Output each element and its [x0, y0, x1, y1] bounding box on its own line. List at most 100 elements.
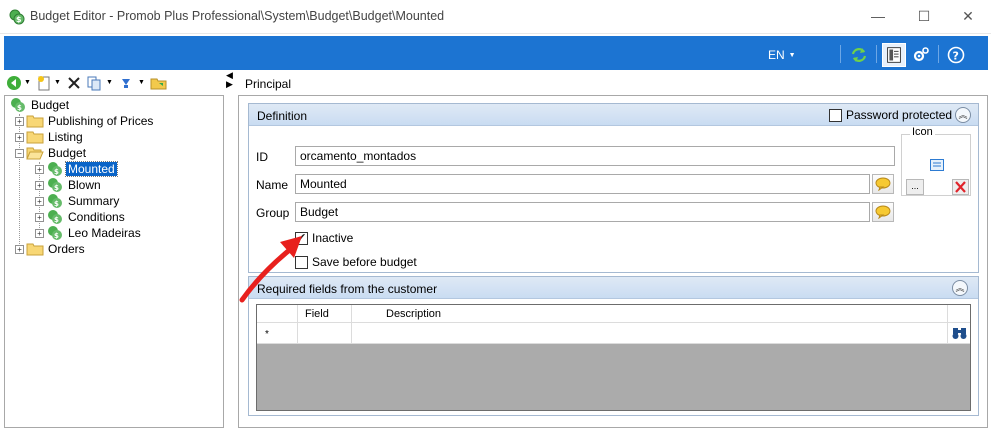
new-row-marker: *: [257, 323, 298, 344]
id-field[interactable]: orcamento_montados: [295, 146, 895, 166]
language-selector[interactable]: EN ▼: [768, 48, 796, 62]
close-button[interactable]: ✕: [945, 0, 991, 32]
tree-item-leo-madeiras[interactable]: + $ Leo Madeiras: [35, 225, 143, 241]
tree-item-label: Leo Madeiras: [68, 226, 141, 240]
name-field[interactable]: Mounted: [295, 174, 870, 194]
collapse-icon[interactable]: ︽: [952, 280, 968, 296]
chevron-down-icon: ▼: [788, 52, 796, 59]
window-titlebar: $ Budget Editor - Promob Plus Profession…: [0, 0, 991, 34]
expand-icon[interactable]: +: [35, 196, 44, 206]
expand-icon[interactable]: +: [35, 180, 44, 190]
definition-header: Definition Password protected ︽: [249, 104, 978, 126]
maximize-icon: ☐: [917, 7, 931, 24]
settings-icon[interactable]: [912, 46, 930, 64]
tree-root-budget[interactable]: $ Budget: [9, 97, 71, 113]
tree-item-label: Budget: [48, 146, 87, 160]
collapse-icon[interactable]: ︽: [955, 107, 971, 123]
close-icon: ✕: [962, 7, 974, 24]
help-icon[interactable]: ?: [947, 46, 965, 64]
folder-open-icon: [26, 147, 44, 160]
tree-item-label: Listing: [48, 130, 83, 144]
field-cell[interactable]: [298, 323, 352, 344]
required-fields-group: Required fields from the customer ︽ Fiel…: [248, 276, 979, 416]
translate-group-button[interactable]: [872, 202, 894, 222]
tree-item-label: Conditions: [68, 210, 125, 224]
remove-icon-button[interactable]: [952, 179, 969, 195]
folder-icon: [26, 115, 44, 128]
copy-icon[interactable]: [86, 75, 102, 91]
speech-bubble-icon: [875, 177, 891, 191]
browse-icon-button[interactable]: ...: [906, 179, 924, 195]
binoculars-icon[interactable]: [951, 326, 968, 340]
tree-item-conditions[interactable]: + $ Conditions: [35, 209, 127, 225]
save-before-budget-checkbox[interactable]: Save before budget: [295, 255, 417, 269]
tree-item-publishing-of-prices[interactable]: + Publishing of Prices: [15, 113, 155, 129]
budget-item-icon: $: [48, 178, 62, 192]
red-x-icon: [955, 181, 966, 193]
refresh-icon[interactable]: [850, 46, 868, 64]
budget-item-icon: $: [48, 226, 62, 240]
icon-groupbox: Icon ...: [901, 126, 971, 196]
collapse-icon[interactable]: −: [15, 148, 24, 158]
import-icon[interactable]: [150, 75, 168, 91]
expand-icon[interactable]: +: [15, 244, 24, 254]
delete-icon[interactable]: [66, 75, 82, 91]
tree-item-mounted[interactable]: + $ Mounted: [35, 161, 118, 177]
ribbon-separator: [938, 45, 939, 63]
move-icon[interactable]: [118, 75, 134, 91]
svg-text:?: ?: [953, 50, 959, 63]
chevron-down-icon[interactable]: ▼: [54, 79, 61, 95]
back-icon[interactable]: [6, 75, 22, 91]
password-protected-checkbox[interactable]: Password protected: [829, 108, 953, 123]
chevron-down-icon[interactable]: ▼: [138, 79, 145, 95]
svg-text:$: $: [54, 200, 59, 208]
tree-item-summary[interactable]: + $ Summary: [35, 193, 121, 209]
new-icon[interactable]: [36, 75, 52, 91]
checkbox-box[interactable]: [829, 109, 842, 123]
tree-item-label: Orders: [48, 242, 85, 256]
minimize-button[interactable]: —: [855, 0, 901, 32]
minimize-icon: —: [871, 8, 885, 24]
layout-icon[interactable]: [882, 43, 906, 67]
translate-name-button[interactable]: [872, 174, 894, 194]
password-protected-label: Password protected: [846, 108, 953, 122]
expand-icon[interactable]: +: [15, 116, 24, 126]
svg-text:$: $: [16, 15, 22, 24]
ribbon-bar: EN ▼ ?: [4, 36, 988, 70]
icon-label: Icon: [910, 126, 935, 138]
chevron-down-icon[interactable]: ▼: [106, 79, 113, 95]
tree-item-blown[interactable]: + $ Blown: [35, 177, 103, 193]
principal-tab-label: Principal: [245, 77, 292, 91]
column-description[interactable]: Description: [352, 305, 948, 323]
tree-item-budget-folder[interactable]: − Budget: [15, 145, 88, 161]
expand-icon[interactable]: +: [35, 164, 44, 174]
group-field[interactable]: Budget: [295, 202, 870, 222]
folder-icon: [26, 243, 44, 256]
required-fields-grid[interactable]: Field Description *: [256, 304, 971, 411]
speech-bubble-icon: [875, 205, 891, 219]
expand-icon[interactable]: +: [35, 228, 44, 238]
expand-icon[interactable]: +: [35, 212, 44, 222]
window-title: Budget Editor - Promob Plus Professional…: [30, 9, 445, 23]
chevron-down-icon[interactable]: ▼: [24, 79, 31, 95]
group-label: Group: [256, 206, 290, 220]
svg-text:$: $: [54, 184, 59, 192]
tree-item-listing[interactable]: + Listing: [15, 129, 85, 145]
tree-toolbar: ▼ ▼ ▼ ▼: [4, 72, 224, 94]
ribbon-separator: [840, 45, 841, 63]
name-label: Name: [256, 178, 289, 192]
budget-icon: $: [11, 98, 25, 112]
budget-tree[interactable]: $ Budget + Publishing of Prices + Listin…: [4, 95, 224, 428]
svg-text:$: $: [54, 168, 59, 176]
description-cell[interactable]: [352, 323, 948, 344]
form-preview-icon: [930, 159, 944, 171]
splitter-toggle[interactable]: ◀ ▶: [226, 71, 236, 91]
expand-icon[interactable]: +: [15, 132, 24, 142]
required-fields-header: Required fields from the customer ︽: [249, 277, 978, 299]
tree-item-label: Mounted: [65, 161, 118, 177]
tree-item-orders[interactable]: + Orders: [15, 241, 87, 257]
tree-item-label: Blown: [68, 178, 101, 192]
maximize-button[interactable]: ☐: [901, 0, 947, 32]
new-row[interactable]: *: [257, 323, 970, 344]
tree-item-label: Publishing of Prices: [48, 114, 154, 128]
